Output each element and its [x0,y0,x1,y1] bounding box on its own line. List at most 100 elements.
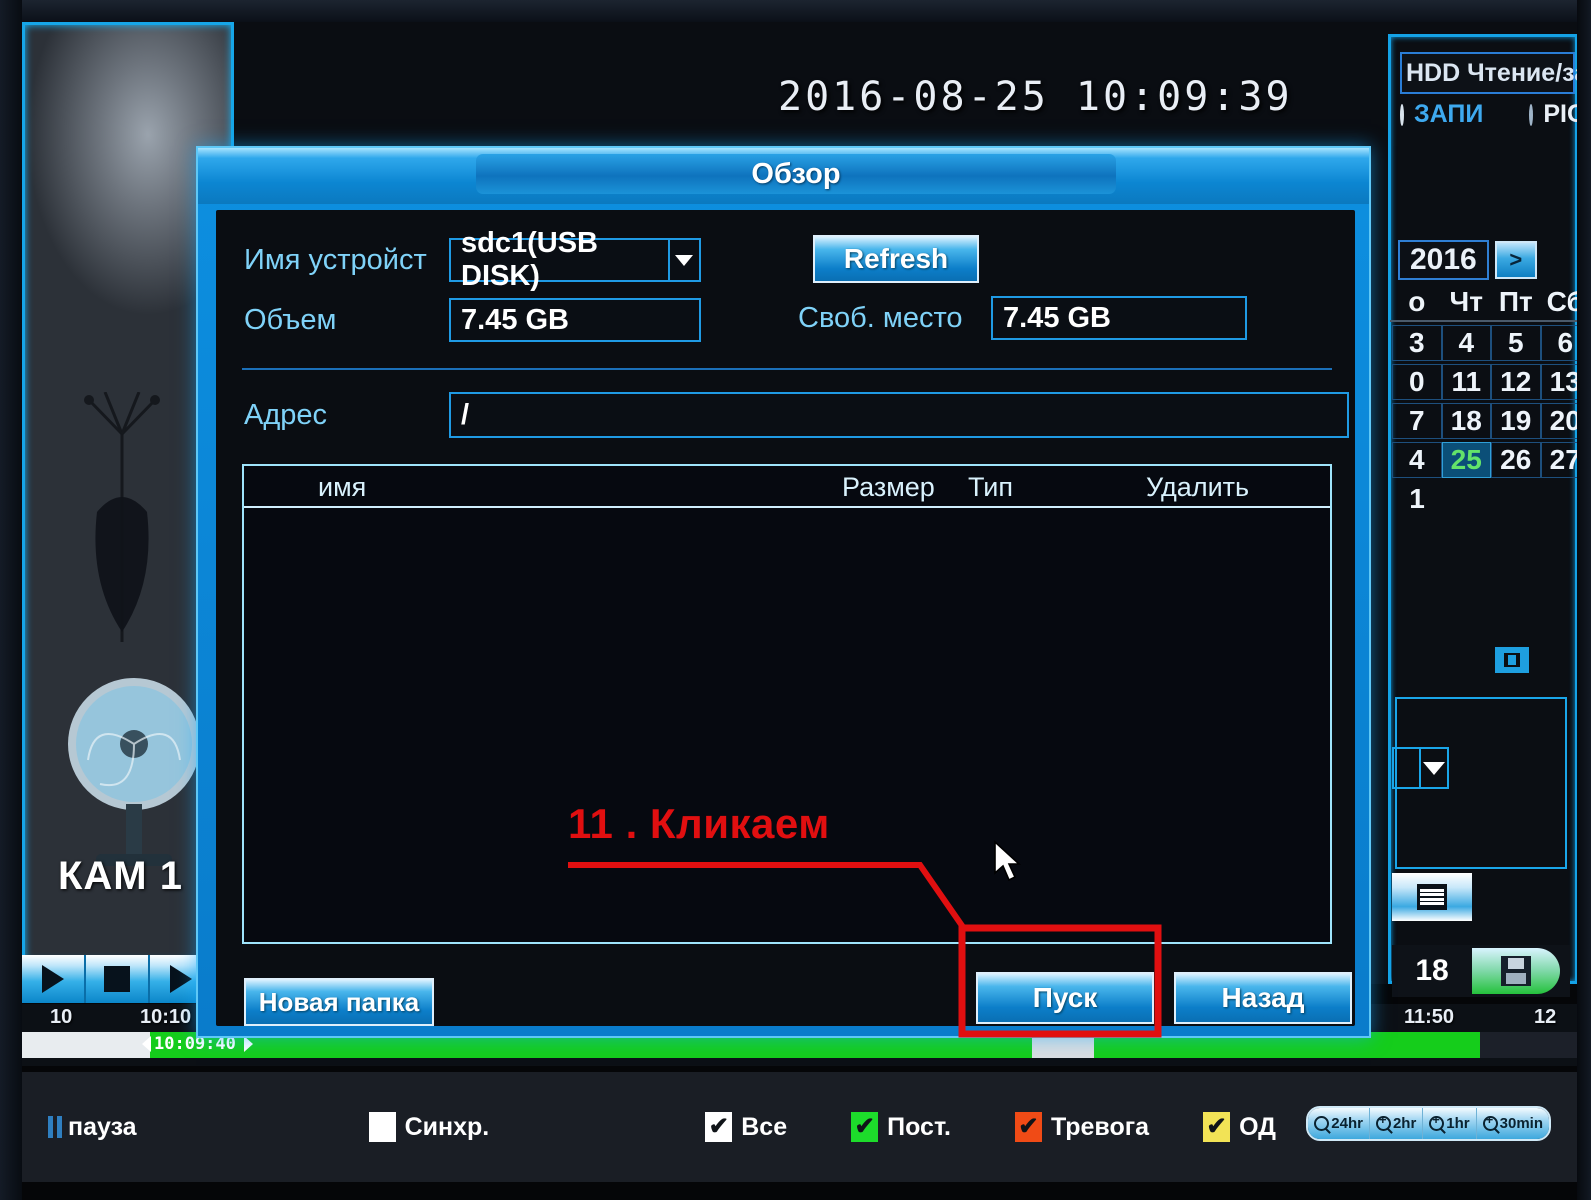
filter-all-row[interactable]: ✔ Все [705,1112,787,1142]
timeline-cursor-right-icon [244,1036,253,1052]
calendar-day[interactable]: 11 [1441,364,1491,400]
calendar-week: 3 4 5 6 [1390,325,1590,361]
zoom-1hr-button[interactable]: 1hr [1423,1108,1477,1139]
camera-label: КАМ 1 [58,854,183,898]
channel-number: 18 [1415,954,1449,987]
file-list-button[interactable] [1392,873,1472,921]
timeline-segment-empty [22,1032,150,1058]
back-button[interactable]: Назад [1174,972,1352,1024]
timeline-tick: 11:50 [1404,1006,1455,1028]
calendar-day[interactable]: 26 [1491,442,1541,478]
dvr-screen: КАМ 1 2016-08-25 10:09:39 HDD Чтение/зап… [0,0,1591,1200]
column-header-name: имя [318,472,367,502]
zoom-24hr-button[interactable]: 24hr [1308,1108,1370,1139]
annotation-text: 11 . Кликаем [568,800,830,847]
hdd-mode-select[interactable]: HDD Чтение/запись [1400,52,1591,94]
calendar-day[interactable]: 19 [1491,403,1541,439]
calendar-day[interactable]: 7 [1392,403,1442,439]
timeline-tick: 10 [50,1006,73,1028]
backup-save-button[interactable] [1472,948,1560,994]
timeline-cursor-left-icon [142,1036,151,1052]
osd-timestamp: 2016-08-25 10:09:39 [778,74,1293,120]
zoom-24hr-label: 24hr [1331,1115,1363,1132]
filter-regular-row[interactable]: ✔ Пост. [851,1112,951,1142]
calendar-next-button[interactable]: > [1494,241,1537,279]
filter-all-label: Все [741,1112,788,1141]
calendar-day[interactable]: 0 [1392,364,1442,400]
calendar-year[interactable]: 2016 [1398,240,1489,280]
pause-status[interactable]: пауза [48,1113,137,1142]
calendar-dow: о [1408,286,1426,317]
camera-grid-icon[interactable] [1495,645,1529,675]
capacity-value-field: 7.45 GB [449,298,701,342]
timeline-zoom-group: 24hr 2hr 1hr 30min [1306,1106,1551,1141]
sync-checkbox[interactable] [368,1112,396,1142]
free-space-value: 7.45 GB [1003,301,1111,334]
column-header-delete: Удалить [1146,472,1250,502]
device-name-label: Имя устройст [244,243,427,276]
calendar-day[interactable]: 4 [1441,325,1491,361]
file-table-header: имя Размер Тип Удалить [244,466,1330,508]
calendar: 2016 > о Чт Пт Сб 3 4 5 6 0 11 12 13 7 1… [1390,240,1590,517]
sync-checkbox-row[interactable]: Синхр. [368,1112,489,1142]
channel-footer: 18 [1392,945,1570,997]
channel-dropdown[interactable] [1392,747,1449,789]
radio-zapi-label: ЗАПИ [1414,100,1484,128]
device-name-row: Имя устройст sdc1(USB DISK) [244,227,701,292]
filter-alarm-label: Тревога [1050,1112,1150,1141]
address-row: Адрес / [244,392,1349,438]
pause-icon [48,1116,62,1138]
dialog-body: Имя устройст sdc1(USB DISK) Refresh Объе… [216,210,1355,1026]
dialog-divider [242,368,1332,370]
coat-rack-shape [84,392,160,642]
radio-pic[interactable] [1529,103,1534,126]
zoom-2hr-label: 2hr [1392,1115,1417,1132]
calendar-day[interactable]: 4 [1392,442,1442,478]
filter-regular-checkbox[interactable]: ✔ [851,1112,879,1142]
refresh-button[interactable]: Refresh [813,235,979,283]
filter-regular-label: Пост. [887,1112,951,1141]
magnifier-plus-icon [1429,1112,1445,1131]
calendar-day[interactable]: 1 [1392,481,1442,517]
filter-alarm-row[interactable]: ✔ Тревога [1014,1112,1150,1142]
mouse-cursor [994,840,1022,882]
chevron-down-icon [1421,749,1447,787]
zoom-30min-label: 30min [1499,1115,1543,1132]
calendar-day[interactable]: 12 [1491,364,1541,400]
file-table-rows[interactable] [244,508,1330,942]
radio-zapi[interactable] [1400,103,1404,126]
dialog-title-plate: Обзор [476,154,1116,194]
list-icon [1417,884,1447,910]
calendar-day-selected[interactable]: 25 [1441,442,1491,478]
device-name-value: sdc1(USB DISK) [461,227,598,292]
filter-md-row[interactable]: ✔ ОД [1203,1112,1276,1142]
calendar-header: 2016 > [1390,240,1590,280]
calendar-day[interactable]: 3 [1392,325,1442,361]
play-button[interactable] [22,955,86,1003]
stop-button[interactable] [86,955,150,1003]
capacity-label: Объем [244,303,337,336]
start-button[interactable]: Пуск [976,972,1154,1024]
address-input[interactable]: / [449,392,1349,438]
file-table: имя Размер Тип Удалить [242,464,1332,944]
monitor-bezel-right [1577,0,1591,1200]
calendar-week: 1 [1390,481,1590,517]
filter-all-checkbox[interactable]: ✔ [705,1112,733,1142]
playback-transport [22,955,217,1003]
hdd-mode-label: HDD Чтение/запись [1406,58,1591,87]
free-space-label: Своб. место [798,302,963,334]
magnifier-plus-icon [1375,1112,1391,1131]
new-folder-button[interactable]: Новая папка [244,978,434,1026]
zoom-2hr-button[interactable]: 2hr [1369,1108,1424,1139]
calendar-day[interactable]: 5 [1491,325,1541,361]
free-space-field: 7.45 GB [991,296,1247,340]
dialog-title: Обзор [751,157,841,190]
record-type-radios: ЗАПИ PIC [1400,100,1585,129]
next-icon [170,965,192,993]
filter-md-checkbox[interactable]: ✔ [1203,1112,1231,1142]
device-name-select[interactable]: sdc1(USB DISK) [449,227,701,292]
filter-alarm-checkbox[interactable]: ✔ [1014,1112,1042,1142]
zoom-30min-button[interactable]: 30min [1476,1108,1549,1139]
calendar-day[interactable]: 18 [1441,403,1491,439]
column-header-size: Размер [842,472,935,502]
